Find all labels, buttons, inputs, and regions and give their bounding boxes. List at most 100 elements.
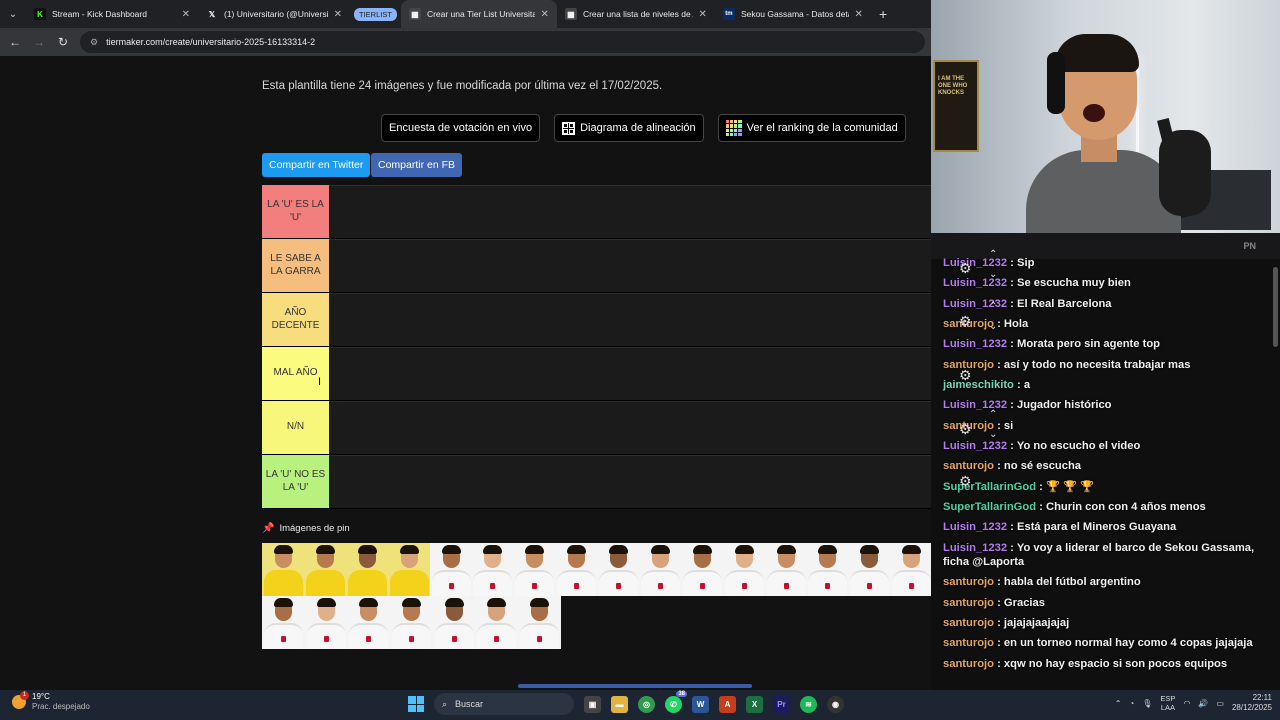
chevron-up-icon[interactable]: ⌃ [989, 249, 997, 260]
chevron-up-icon[interactable]: ⌃ [989, 409, 997, 420]
close-icon[interactable]: ✕ [541, 9, 549, 20]
chevron-down-icon[interactable]: ⌄ [989, 321, 997, 332]
file-explorer-icon[interactable]: ▬ [611, 695, 628, 713]
whatsapp-icon[interactable]: ✆ 38 [665, 690, 687, 713]
volume-icon[interactable]: 🔊 [1198, 699, 1208, 708]
tier-label[interactable]: LE SABE A LA GARRA [262, 239, 329, 292]
player-image[interactable] [432, 596, 476, 649]
url-input[interactable]: ⚙ tiermaker.com/create/universitario-202… [80, 31, 925, 53]
tier-label[interactable]: LA 'U' ES LA 'U' [262, 185, 329, 238]
chat-username[interactable]: santurojo [943, 576, 994, 588]
chat-username[interactable]: santurojo [943, 617, 994, 629]
share-facebook-button[interactable]: Compartir en FB [371, 153, 463, 177]
chevron-up-icon[interactable]: ⌃ [1115, 699, 1122, 708]
player-image[interactable] [513, 543, 556, 596]
tier-label[interactable]: MAL AÑO [262, 347, 329, 400]
battery-icon[interactable]: ▭ [1216, 699, 1224, 708]
close-icon[interactable]: ✕ [182, 9, 190, 20]
close-icon[interactable]: ✕ [699, 9, 707, 20]
share-twitter-button[interactable]: Compartir en Twitter [262, 153, 371, 177]
chat-username[interactable]: Luisin_1232 [943, 542, 1007, 554]
chevron-down-icon[interactable]: ⌄ [989, 269, 997, 280]
chat-username[interactable]: Luisin_1232 [943, 399, 1007, 411]
tier-label[interactable]: AÑO DECENTE [262, 293, 329, 346]
chat-username[interactable]: Luisin_1232 [943, 298, 1007, 310]
new-tab-button[interactable]: + [871, 6, 895, 22]
player-image[interactable] [722, 543, 765, 596]
player-image[interactable] [806, 543, 849, 596]
tier-drop-zone[interactable] [329, 185, 931, 238]
chat-username[interactable]: Luisin_1232 [943, 440, 1007, 452]
chat-username[interactable]: jaimeschikito [943, 379, 1014, 391]
gear-icon[interactable]: ⚙ [959, 473, 972, 490]
clock[interactable]: 22:11 28/12/2025 [1232, 693, 1272, 714]
player-image[interactable] [429, 543, 472, 596]
weather-widget[interactable]: 1 19°C Prac. despejado [12, 691, 90, 713]
chat-scrollbar[interactable] [1273, 267, 1278, 347]
close-icon[interactable]: ✕ [855, 9, 863, 20]
horizontal-scrollbar[interactable] [518, 684, 752, 688]
chat-username[interactable]: santurojo [943, 597, 994, 609]
gear-icon[interactable]: ⚙ [959, 260, 972, 277]
tab-tiermaker-active[interactable]: ▦ Crear una Tier List Universitario ✕ [400, 0, 557, 28]
community-ranking-button[interactable]: Ver el ranking de la comunidad [717, 114, 906, 142]
player-image[interactable] [303, 543, 346, 596]
taskbar-search[interactable]: ⌕ Buscar [434, 693, 574, 715]
chat-username[interactable]: SuperTallarinGod [943, 481, 1036, 493]
live-vote-button[interactable]: Encuesta de votación en vivo [381, 114, 541, 142]
tab-search-icon[interactable]: ⌄ [0, 0, 26, 28]
chevron-up-icon[interactable]: ⌃ [989, 301, 997, 312]
player-image[interactable] [262, 543, 304, 596]
tab-kick[interactable]: K Stream - Kick Dashboard ✕ [26, 0, 198, 28]
spotify-icon[interactable]: ≋ [800, 695, 817, 713]
tier-drop-zone[interactable] [329, 455, 931, 508]
player-image[interactable] [304, 596, 348, 649]
player-image[interactable] [347, 596, 391, 649]
player-image[interactable] [475, 596, 519, 649]
player-image[interactable] [518, 596, 561, 649]
player-image[interactable] [680, 543, 723, 596]
reload-icon[interactable]: ↻ [56, 35, 70, 49]
chat-username[interactable]: Luisin_1232 [943, 338, 1007, 350]
tab-group-label[interactable]: TIERLIST [354, 7, 397, 21]
back-icon[interactable]: ← [8, 35, 22, 49]
tier-label[interactable]: LA 'U' NO ES LA 'U' [262, 455, 329, 508]
player-image[interactable] [597, 543, 639, 596]
chat-username[interactable]: Luisin_1232 [943, 257, 1007, 269]
site-settings-icon[interactable]: ⚙ [90, 37, 98, 48]
chat-username[interactable]: santurojo [943, 658, 994, 670]
player-image[interactable] [471, 543, 514, 596]
tier-drop-zone[interactable] [329, 239, 931, 292]
tier-drop-zone[interactable] [329, 401, 931, 454]
tab-transfermarkt[interactable]: tm Sekou Gassama - Datos detalla ✕ [715, 0, 871, 28]
excel-icon[interactable]: X [746, 695, 763, 713]
tab-twitter[interactable]: 𝕏 (1) Universitario (@Universitario ✕ [198, 0, 350, 28]
obs-icon[interactable]: ◉ [827, 695, 844, 713]
player-image[interactable] [555, 543, 597, 596]
network-icon[interactable]: ◔ [1129, 699, 1134, 708]
forward-icon[interactable]: → [32, 35, 46, 49]
close-icon[interactable]: ✕ [334, 9, 342, 20]
tier-drop-zone[interactable] [329, 347, 931, 400]
player-image[interactable] [345, 543, 388, 596]
chrome-icon[interactable]: ◎ [638, 695, 655, 713]
chat-username[interactable]: SuperTallarinGod [943, 501, 1036, 513]
word-icon[interactable]: W [692, 695, 709, 713]
player-image[interactable] [262, 596, 305, 649]
chat-username[interactable]: Luisin_1232 [943, 277, 1007, 289]
chat-username[interactable]: Luisin_1232 [943, 521, 1007, 533]
language-indicator[interactable]: ESP LAA [1160, 694, 1175, 714]
task-view-icon[interactable]: ▣ [584, 695, 601, 713]
mic-icon[interactable]: 🎙 [1142, 699, 1152, 708]
tier-drop-zone[interactable] [329, 293, 931, 346]
windows-start-icon[interactable] [408, 696, 424, 712]
alignment-chart-button[interactable]: Diagrama de alineación [554, 114, 704, 142]
chat-username[interactable]: santurojo [943, 637, 994, 649]
tab-tiermaker-2[interactable]: ▦ Crear una lista de niveles de Al ✕ [557, 0, 715, 28]
player-image[interactable] [848, 543, 891, 596]
player-image[interactable] [764, 543, 807, 596]
player-image[interactable] [390, 596, 433, 649]
gear-icon[interactable]: ⚙ [959, 421, 972, 438]
tier-label[interactable]: N/N [262, 401, 329, 454]
player-image[interactable] [638, 543, 681, 596]
